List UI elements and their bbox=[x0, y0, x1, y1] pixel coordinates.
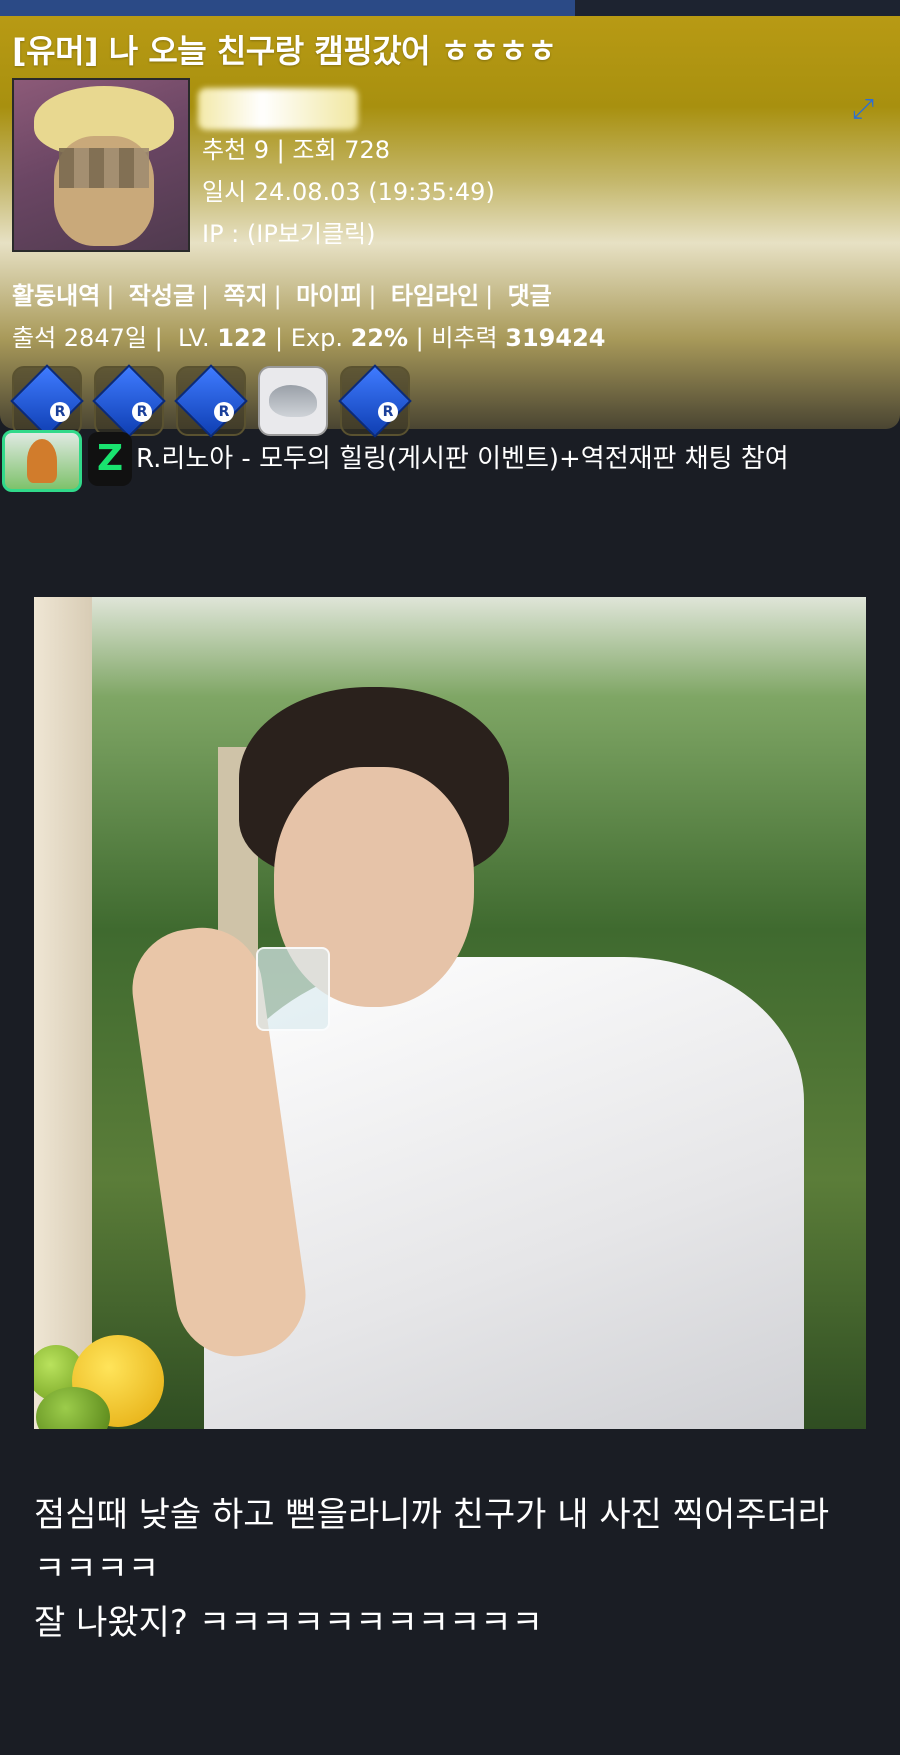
power-value: 319424 bbox=[505, 324, 606, 352]
blue-gem-r-icon[interactable]: R bbox=[10, 364, 84, 438]
exp-value: 22% bbox=[350, 324, 409, 352]
post-ip[interactable]: IP : (IP보기클릭) bbox=[202, 214, 376, 249]
post-header: [유머] 나 오늘 친구랑 캠핑갔어 ㅎㅎㅎㅎ ⤢ 추천 9 | 조회 728 … bbox=[0, 16, 900, 438]
link-activity[interactable]: 활동내역 bbox=[12, 282, 100, 310]
link-posts[interactable]: 작성글 bbox=[129, 282, 195, 310]
author-links: 활동내역 | 작성글 | 쪽지 | 마이피 | 타임라인 | 댓글 bbox=[12, 282, 552, 310]
recommend-views: 추천 9 | 조회 728 bbox=[202, 136, 390, 164]
blue-gem-r-icon[interactable]: R bbox=[92, 364, 166, 438]
author-avatar[interactable] bbox=[12, 78, 190, 252]
top-progress-bar bbox=[0, 0, 575, 16]
z-logo-icon: Z bbox=[88, 432, 132, 486]
author-stats: 출석 2847일 | LV. 122 | Exp. 22% | 비추력 3194… bbox=[12, 324, 606, 352]
level-value: 122 bbox=[217, 324, 268, 352]
dolphin-icon[interactable] bbox=[258, 366, 328, 436]
post-body: 점심때 낮술 하고 뻗을라니까 친구가 내 사진 찍어주더라 ㅋㅋㅋㅋ 잘 나왔… bbox=[34, 1488, 829, 1650]
game-banner-icon[interactable] bbox=[2, 430, 82, 492]
body-line: 점심때 낮술 하고 뻗을라니까 친구가 내 사진 찍어주더라 bbox=[34, 1495, 830, 1535]
post-date: 일시 24.08.03 (19:35:49) bbox=[202, 178, 495, 206]
link-timeline[interactable]: 타임라인 bbox=[391, 282, 479, 310]
link-mypi[interactable]: 마이피 bbox=[296, 282, 362, 310]
game-title[interactable]: R.리노아 - 모두의 힐링(게시판 이벤트)+역전재판 채팅 참여 bbox=[136, 438, 896, 475]
post-title: [유머] 나 오늘 친구랑 캠핑갔어 ㅎㅎㅎㅎ bbox=[12, 32, 557, 70]
game-row[interactable]: Z R.리노아 - 모두의 힐링(게시판 이벤트)+역전재판 채팅 참여 bbox=[0, 428, 900, 492]
top-bar-track bbox=[575, 0, 900, 16]
expand-icon[interactable]: ⤢ bbox=[848, 94, 878, 124]
author-name-blurred[interactable] bbox=[198, 88, 358, 130]
body-line: 잘 나왔지? ㅋㅋㅋㅋㅋㅋㅋㅋㅋㅋㅋ bbox=[34, 1603, 543, 1643]
blue-gem-r-icon[interactable]: R bbox=[338, 364, 412, 438]
post-photo[interactable] bbox=[34, 597, 866, 1429]
attendance: 출석 2847일 bbox=[12, 324, 147, 352]
badge-list: R R R R bbox=[10, 364, 412, 438]
body-line: ㅋㅋㅋㅋ bbox=[34, 1549, 160, 1589]
link-message[interactable]: 쪽지 bbox=[223, 282, 267, 310]
link-comments[interactable]: 댓글 bbox=[508, 282, 552, 310]
blue-gem-r-icon[interactable]: R bbox=[174, 364, 248, 438]
